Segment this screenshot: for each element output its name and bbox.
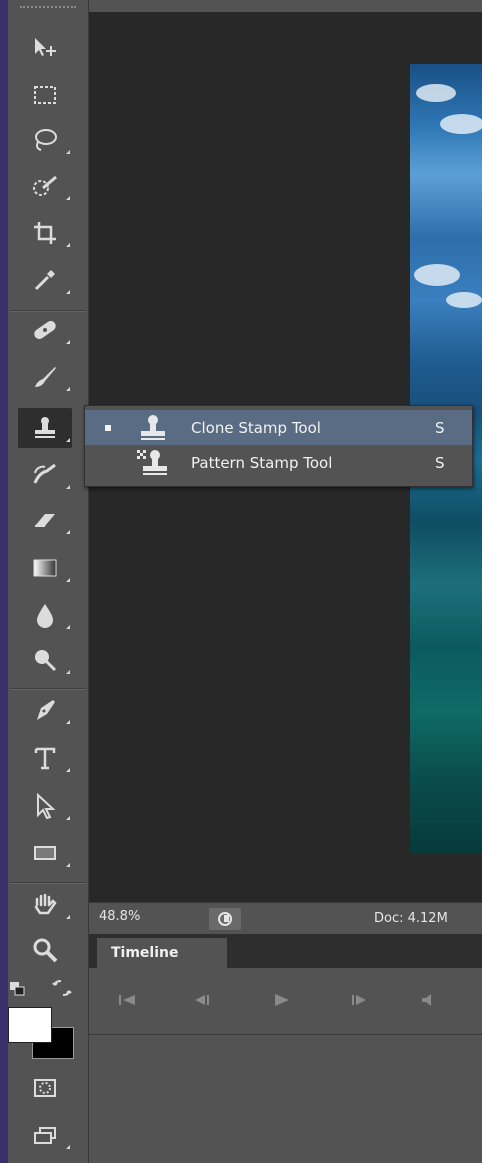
lasso-tool[interactable] xyxy=(18,120,72,160)
history-brush-tool[interactable] xyxy=(18,455,72,495)
screen-mode[interactable] xyxy=(18,1115,72,1155)
gradient-icon xyxy=(33,559,57,577)
mute-audio-button[interactable] xyxy=(415,990,443,1010)
timeline-body[interactable] xyxy=(89,1035,482,1163)
menu-item-shortcut: S xyxy=(435,418,445,437)
tab-timeline[interactable]: Timeline xyxy=(97,938,227,968)
selected-indicator xyxy=(105,424,111,431)
clone-stamp-icon xyxy=(135,413,171,443)
blur-drop-icon xyxy=(37,604,53,628)
brush-tool[interactable] xyxy=(18,357,72,397)
arrow-icon xyxy=(37,792,56,820)
foreground-color-swatch[interactable] xyxy=(8,1007,52,1043)
dodge-icon xyxy=(35,650,57,672)
clone-stamp-tool[interactable] xyxy=(18,408,72,448)
hand-tool[interactable] xyxy=(18,885,72,925)
first-frame-button[interactable] xyxy=(113,990,141,1010)
crop-icon xyxy=(34,222,56,244)
status-bar: 48.8% Doc: 4.12M xyxy=(89,902,482,935)
crop-tool[interactable] xyxy=(18,213,72,253)
eyedropper-tool[interactable] xyxy=(18,260,72,300)
type-tool[interactable] xyxy=(18,738,72,778)
quick-selection-tool[interactable] xyxy=(18,166,72,206)
quick-mask-mode[interactable] xyxy=(18,1068,72,1108)
status-menu-button[interactable] xyxy=(209,908,241,930)
document-size-info: Doc: 4.12M xyxy=(374,911,448,926)
timeline-panel: Timeline xyxy=(89,934,482,1163)
zoom-level[interactable]: 48.8% xyxy=(99,909,140,924)
pattern-stamp-icon xyxy=(135,448,171,478)
swap-colors-icon[interactable] xyxy=(52,979,72,997)
path-selection-tool[interactable] xyxy=(18,786,72,826)
blur-tool[interactable] xyxy=(18,595,72,635)
screen-mode-icon xyxy=(34,1127,56,1144)
eraser-tool[interactable] xyxy=(18,500,72,540)
rectangular-marquee-tool[interactable] xyxy=(18,75,72,115)
quick-mask-icon xyxy=(34,1079,56,1097)
previous-frame-button[interactable] xyxy=(189,990,217,1010)
next-frame-icon xyxy=(352,995,366,1005)
menu-item-pattern-stamp[interactable]: Pattern Stamp Tool S xyxy=(85,445,472,480)
color-swatches xyxy=(8,975,88,1065)
lasso-icon xyxy=(35,129,57,151)
gradient-tool[interactable] xyxy=(18,548,72,588)
brush-icon xyxy=(35,367,56,387)
zoom-tool[interactable] xyxy=(18,930,72,970)
speaker-icon xyxy=(422,994,431,1006)
move-tool[interactable] xyxy=(18,28,72,68)
timeline-controls xyxy=(89,968,482,1035)
options-bar-strip xyxy=(89,0,482,12)
play-icon xyxy=(275,994,289,1006)
first-frame-icon xyxy=(119,995,135,1005)
timeline-header: Timeline xyxy=(89,934,482,968)
magnifier-icon xyxy=(33,938,58,963)
clone-stamp-icon xyxy=(35,417,55,438)
bandage-icon xyxy=(34,320,56,340)
eraser-icon xyxy=(35,514,55,527)
panel-grip[interactable] xyxy=(20,6,76,12)
menu-item-shortcut: S xyxy=(435,453,445,472)
pen-tool[interactable] xyxy=(18,690,72,730)
history-brush-icon xyxy=(33,463,56,484)
tools-panel xyxy=(8,0,89,1163)
clone-stamp-flyout-menu: Clone Stamp Tool S Pattern Stamp Tool S xyxy=(84,405,473,487)
move-icon xyxy=(35,38,56,56)
next-frame-button[interactable] xyxy=(344,990,372,1010)
menu-item-label: Pattern Stamp Tool xyxy=(191,453,333,472)
spot-healing-brush-tool[interactable] xyxy=(18,310,72,350)
menu-item-clone-stamp[interactable]: Clone Stamp Tool S xyxy=(85,410,472,445)
rectangle-tool[interactable] xyxy=(18,833,72,873)
type-icon xyxy=(34,747,56,770)
play-button[interactable] xyxy=(267,990,295,1010)
pen-icon xyxy=(37,700,55,720)
previous-frame-icon xyxy=(195,995,209,1005)
quick-selection-icon xyxy=(33,175,57,196)
window-left-edge xyxy=(0,0,8,1163)
default-colors-icon[interactable] xyxy=(10,981,26,996)
menu-item-label: Clone Stamp Tool xyxy=(191,418,321,437)
eyedropper-icon xyxy=(34,270,55,291)
status-cycle-icon xyxy=(218,912,232,926)
marquee-icon xyxy=(34,86,56,104)
dodge-tool[interactable] xyxy=(18,640,72,680)
rectangle-icon xyxy=(34,846,56,860)
hand-icon xyxy=(34,893,57,915)
